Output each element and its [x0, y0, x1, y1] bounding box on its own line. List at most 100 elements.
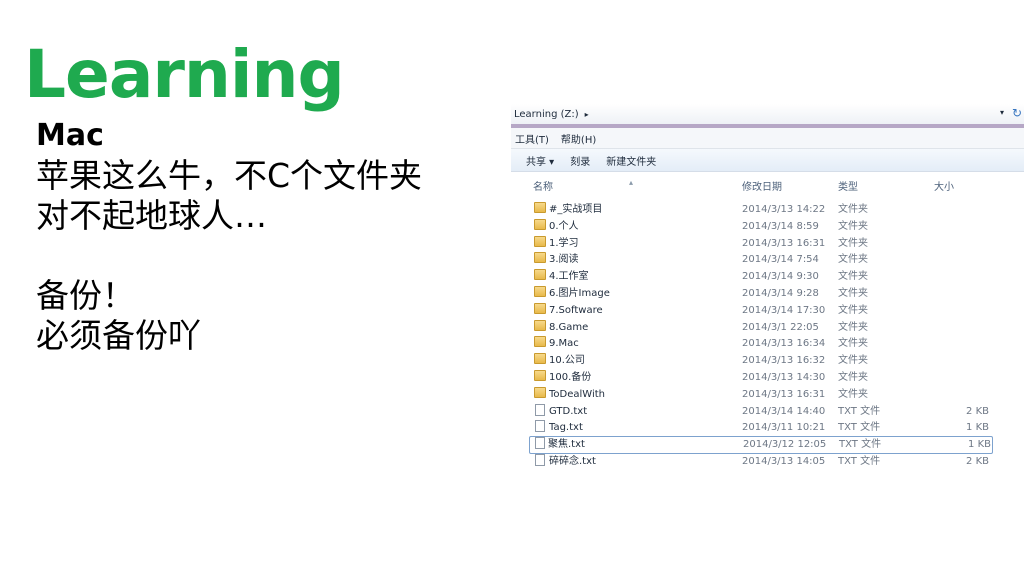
- item-type: 文件夹: [838, 287, 868, 299]
- refresh-icon[interactable]: ↻: [1012, 106, 1022, 120]
- file-row[interactable]: GTD.txt 2014/3/14 14:40 TXT 文件 2 KB: [511, 403, 1024, 421]
- folder-icon: [534, 235, 546, 247]
- menu-bar: 工具(T) 帮助(H): [511, 128, 1024, 149]
- item-date: 2014/3/13 14:05: [742, 455, 826, 467]
- item-type: 文件夹: [838, 220, 868, 232]
- folder-icon: [534, 202, 546, 213]
- item-type: TXT 文件: [839, 439, 882, 451]
- folder-row[interactable]: 4.工作室 2014/3/14 9:30 文件夹: [511, 269, 1024, 286]
- body-line: 必须备份吖: [36, 316, 201, 355]
- item-date: 2014/3/14 7:54: [742, 254, 819, 266]
- folder-icon: [534, 353, 546, 365]
- slide-title: Learning: [24, 36, 345, 113]
- item-name: 8.Game: [549, 321, 589, 333]
- folder-icon: [534, 218, 546, 230]
- folder-row[interactable]: 9.Mac 2014/3/13 16:34 文件夹: [511, 336, 1024, 353]
- slide-subtitle: Mac: [36, 118, 104, 153]
- toolbar: 共享 ▾ 刻录 新建文件夹: [511, 149, 1024, 172]
- folder-row[interactable]: 10.公司 2014/3/13 16:32 文件夹: [511, 353, 1024, 370]
- file-row[interactable]: Tag.txt 2014/3/11 10:21 TXT 文件 1 KB: [511, 420, 1024, 437]
- folder-icon: [534, 369, 546, 381]
- item-name: 100.备份: [549, 371, 592, 383]
- folder-row[interactable]: ToDealWith 2014/3/13 16:31 文件夹: [511, 386, 1024, 404]
- chevron-down-icon[interactable]: ▾: [1000, 108, 1004, 117]
- slide-body: Mac 苹果这么牛，不C个文件夹 对不起地球人… 备份！ 必须备份吖: [36, 116, 422, 356]
- item-type: 文件夹: [838, 388, 868, 400]
- folder-row[interactable]: 0.个人 2014/3/14 8:59 文件夹: [511, 218, 1024, 236]
- item-date: 2014/3/13 14:30: [742, 371, 826, 383]
- item-name: 0.个人: [549, 220, 579, 232]
- item-size: 1 KB: [966, 422, 989, 434]
- text-file-icon: [535, 403, 545, 416]
- folder-row[interactable]: 7.Software 2014/3/14 17:30 文件夹: [511, 302, 1024, 320]
- folder-row[interactable]: 1.学习 2014/3/13 16:31 文件夹: [511, 235, 1024, 253]
- sort-up-icon: ▴: [629, 178, 634, 187]
- folder-icon: [534, 319, 546, 331]
- item-date: 2014/3/14 8:59: [742, 220, 819, 232]
- item-name: 4.工作室: [549, 271, 589, 283]
- item-type: 文件夹: [838, 271, 868, 283]
- folder-row[interactable]: 100.备份 2014/3/13 14:30 文件夹: [511, 369, 1024, 387]
- column-date[interactable]: 修改日期: [742, 178, 782, 193]
- folder-icon: [534, 285, 546, 297]
- item-name: GTD.txt: [549, 405, 588, 417]
- burn-button[interactable]: 刻录: [570, 153, 590, 168]
- folder-row[interactable]: 3.阅读 2014/3/14 7:54 文件夹: [511, 252, 1024, 269]
- address-bar[interactable]: Learning (Z:) ▸ ▾ ↻: [511, 104, 1024, 128]
- share-button[interactable]: 共享 ▾: [526, 153, 554, 168]
- item-name: 3.阅读: [549, 254, 579, 266]
- item-name: 碎碎念.txt: [549, 455, 596, 467]
- item-type: 文件夹: [838, 321, 868, 333]
- menu-help[interactable]: 帮助(H): [561, 131, 596, 146]
- item-type: 文件夹: [838, 338, 868, 350]
- item-name: 1.学习: [549, 237, 579, 249]
- item-date: 2014/3/1 22:05: [742, 321, 819, 333]
- text-file-icon: [535, 453, 545, 466]
- column-size[interactable]: 大小: [934, 178, 954, 193]
- item-type: TXT 文件: [838, 455, 881, 467]
- item-type: TXT 文件: [838, 422, 881, 434]
- column-type[interactable]: 类型: [838, 178, 858, 193]
- item-type: 文件夹: [838, 204, 868, 215]
- folder-row[interactable]: #_实战项目 2014/3/13 14:22 文件夹: [511, 202, 1024, 219]
- column-name[interactable]: 名称: [533, 178, 553, 193]
- item-type: 文件夹: [838, 304, 868, 316]
- column-header: ▴ 名称 修改日期 类型 大小: [511, 172, 1024, 198]
- folder-icon: [534, 386, 546, 398]
- folder-icon: [534, 252, 546, 264]
- body-line: 备份！: [36, 276, 135, 315]
- item-name: 6.图片Image: [549, 287, 610, 299]
- item-name: #_实战项目: [549, 204, 603, 215]
- folder-icon: [534, 302, 546, 314]
- item-date: 2014/3/14 9:28: [742, 287, 819, 299]
- item-date: 2014/3/13 16:34: [742, 338, 826, 350]
- folder-row[interactable]: 8.Game 2014/3/1 22:05 文件夹: [511, 319, 1024, 337]
- item-type: TXT 文件: [838, 405, 881, 417]
- item-type: 文件夹: [838, 371, 868, 383]
- item-type: 文件夹: [838, 355, 868, 367]
- file-explorer-screenshot: Learning (Z:) ▸ ▾ ↻ 工具(T) 帮助(H) 共享 ▾ 刻录 …: [511, 104, 1024, 490]
- item-size: 2 KB: [966, 405, 989, 417]
- file-list: ▴ 名称 修改日期 类型 大小 #_实战项目 2014/3/13 14:22 文件夹…: [511, 172, 1024, 490]
- folder-icon: [534, 269, 546, 281]
- folder-row[interactable]: 6.图片Image 2014/3/14 9:28 文件夹: [511, 285, 1024, 303]
- folder-icon: [534, 336, 546, 348]
- item-date: 2014/3/13 16:31: [742, 237, 826, 249]
- file-row[interactable]: 聚焦.txt 2014/3/12 12:05 TXT 文件 1 KB: [529, 436, 993, 454]
- item-name: 7.Software: [549, 304, 603, 316]
- breadcrumb-arrow-icon[interactable]: ▸: [585, 110, 589, 119]
- item-date: 2014/3/13 16:31: [742, 388, 826, 400]
- item-name: 9.Mac: [549, 338, 579, 350]
- text-file-icon: [535, 420, 545, 433]
- item-name: 10.公司: [549, 355, 585, 367]
- address-text: Learning (Z:): [514, 108, 579, 120]
- body-line: 对不起地球人…: [36, 196, 267, 235]
- item-date: 2014/3/12 12:05: [743, 439, 827, 451]
- item-date: 2014/3/13 14:22: [742, 204, 826, 215]
- new-folder-button[interactable]: 新建文件夹: [606, 153, 656, 168]
- item-type: 文件夹: [838, 254, 868, 266]
- text-file-icon: [535, 437, 545, 450]
- menu-tools[interactable]: 工具(T): [515, 131, 549, 146]
- item-date: 2014/3/11 10:21: [742, 422, 826, 434]
- file-row[interactable]: 碎碎念.txt 2014/3/13 14:05 TXT 文件 2 KB: [511, 453, 1024, 471]
